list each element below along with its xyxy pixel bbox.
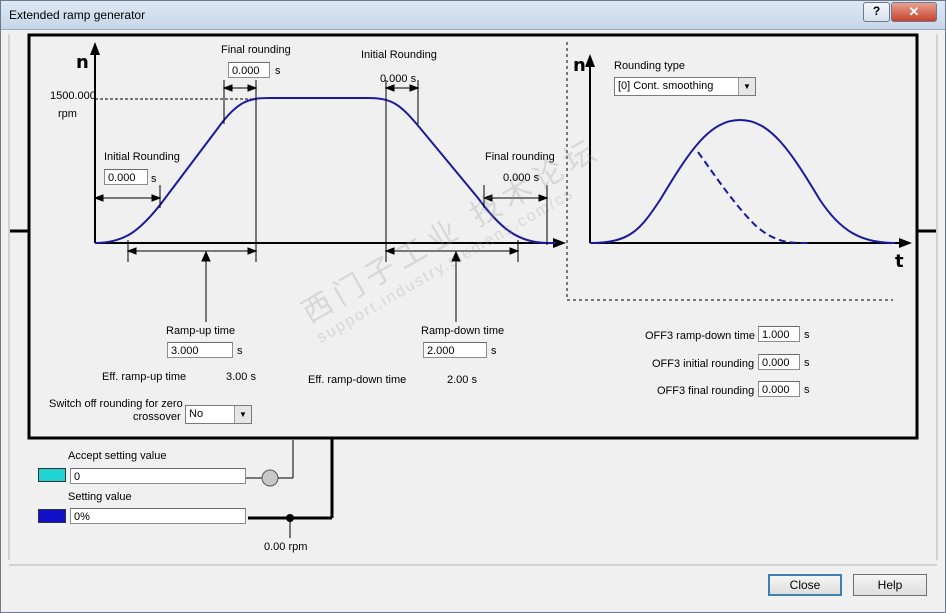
switch-off-rounding-value: No xyxy=(189,408,204,420)
eff-ramp-down-label: Eff. ramp-down time xyxy=(308,374,407,386)
accept-toggle-knob xyxy=(261,469,279,487)
eff-ramp-down-value: 2.00 s xyxy=(447,374,477,386)
initial-rounding-top-value[interactable]: 0.000 s xyxy=(380,73,416,85)
output-speed-value: 0.00 rpm xyxy=(264,541,308,553)
speed-axis-label-right: n xyxy=(573,55,586,76)
max-speed-unit: rpm xyxy=(58,108,77,120)
ramp-curve xyxy=(94,97,556,244)
speed-axis-label: n xyxy=(76,52,89,73)
unit-s: s xyxy=(275,65,281,77)
rounding-type-value: [0] Cont. smoothing xyxy=(618,80,714,92)
final-rounding-right-label: Final rounding xyxy=(485,151,555,163)
switch-off-rounding-label: Switch off rounding for zero xyxy=(49,398,183,410)
accept-setting-field[interactable]: 0 xyxy=(70,468,246,484)
unit-s: s xyxy=(804,384,810,396)
unit-s: s xyxy=(804,329,810,341)
final-rounding-label: Final rounding xyxy=(221,44,291,56)
off3-final-rounding-label: OFF3 final rounding xyxy=(657,385,755,397)
initial-rounding-field[interactable]: 0.000 xyxy=(104,169,148,185)
chevron-down-icon[interactable]: ▼ xyxy=(234,406,251,423)
unit-s: s xyxy=(237,345,243,357)
final-rounding-field[interactable]: 0.000 xyxy=(228,62,270,78)
off3-ramp-down-field[interactable]: 1.000 xyxy=(758,326,800,342)
off3-ramp-down-label: OFF3 ramp-down time xyxy=(645,330,756,342)
close-button[interactable]: Close xyxy=(768,574,842,596)
ramp-up-time-label: Ramp-up time xyxy=(166,325,236,337)
unit-s: s xyxy=(151,173,157,185)
ramp-down-time-label: Ramp-down time xyxy=(421,325,505,337)
off3-initial-rounding-label: OFF3 initial rounding xyxy=(652,358,755,370)
switch-off-rounding-label-2: crossover xyxy=(133,411,181,423)
accept-setting-label: Accept setting value xyxy=(68,450,167,462)
off3-initial-rounding-field[interactable]: 0.000 xyxy=(758,354,800,370)
ramp-up-time-field[interactable]: 3.000 xyxy=(167,342,233,358)
smoothing-dashed-curve xyxy=(697,151,809,244)
chevron-down-icon[interactable]: ▼ xyxy=(738,78,755,95)
eff-ramp-up-label: Eff. ramp-up time xyxy=(102,371,187,383)
unit-s: s xyxy=(804,357,810,369)
eff-ramp-up-value: 3.00 s xyxy=(226,371,256,383)
off3-final-rounding-field[interactable]: 0.000 xyxy=(758,381,800,397)
smoothing-curve xyxy=(589,118,896,244)
time-axis-label: t xyxy=(895,251,904,272)
setting-connector-icon[interactable] xyxy=(38,509,66,523)
help-button[interactable]: Help xyxy=(853,574,927,596)
rounding-type-label: Rounding type xyxy=(614,60,685,72)
setting-value-field[interactable]: 0% xyxy=(70,508,246,524)
ramp-down-time-field[interactable]: 2.000 xyxy=(423,342,487,358)
rounding-type-select[interactable]: [0] Cont. smoothing ▼ xyxy=(614,77,756,96)
initial-rounding-top-label: Initial Rounding xyxy=(361,49,437,61)
setting-value-label: Setting value xyxy=(68,491,132,503)
max-speed-value: 1500.000 xyxy=(50,90,96,102)
final-rounding-right-value[interactable]: 0.000 s xyxy=(503,172,539,184)
accept-connector-icon[interactable] xyxy=(38,468,66,482)
switch-off-rounding-select[interactable]: No ▼ xyxy=(185,405,252,424)
initial-rounding-left-label: Initial Rounding xyxy=(104,151,180,163)
unit-s: s xyxy=(491,345,497,357)
